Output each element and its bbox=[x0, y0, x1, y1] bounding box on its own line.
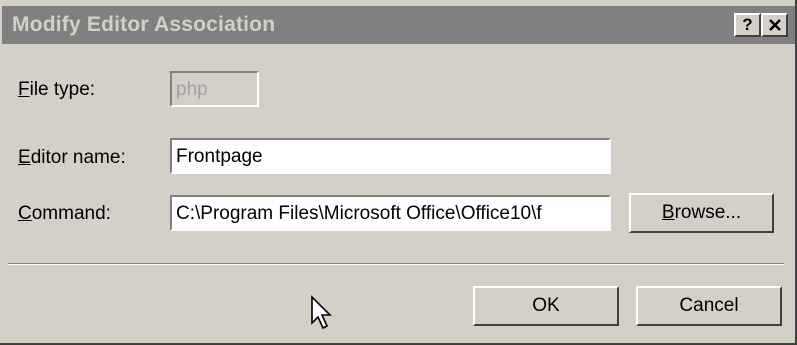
file-type-field: php bbox=[170, 71, 259, 107]
file-type-label: File type: bbox=[18, 79, 96, 100]
command-input[interactable]: C:\Program Files\Microsoft Office\Office… bbox=[170, 195, 611, 231]
close-icon bbox=[768, 19, 781, 31]
cancel-button[interactable]: Cancel bbox=[636, 286, 782, 326]
command-label: Command: bbox=[18, 203, 111, 224]
editor-name-input[interactable]: Frontpage bbox=[170, 138, 611, 174]
title-bar[interactable]: Modify Editor Association ? bbox=[2, 6, 795, 44]
window-title: Modify Editor Association bbox=[12, 13, 276, 36]
modify-editor-association-dialog: Modify Editor Association ? File type: p… bbox=[0, 0, 797, 345]
browse-button[interactable]: Browse... bbox=[629, 193, 774, 233]
close-button[interactable] bbox=[761, 13, 788, 37]
arrow-cursor-icon bbox=[311, 295, 332, 330]
editor-name-label: Editor name: bbox=[18, 147, 126, 168]
help-icon: ? bbox=[742, 15, 753, 34]
help-button[interactable]: ? bbox=[734, 13, 761, 37]
separator bbox=[8, 263, 784, 265]
ok-button[interactable]: OK bbox=[473, 286, 619, 326]
